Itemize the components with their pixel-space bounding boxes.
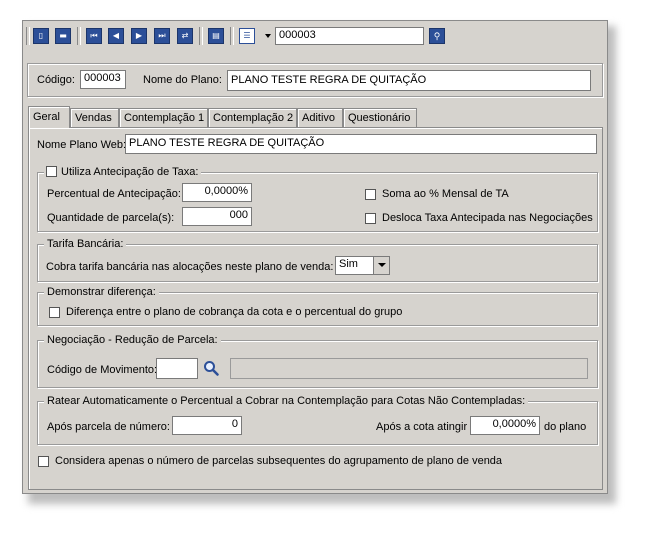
codigo-label: Código: xyxy=(37,74,75,86)
ratear-legend: Ratear Automaticamente o Percentual a Co… xyxy=(44,395,529,407)
plano-window: ▯ ▬ ⏮ ◀ ▶ ⏭ ⇄ ▤ ☰ 000003 ⚲ Código: 00000… xyxy=(22,20,608,494)
do-plano-label: do plano xyxy=(544,421,587,433)
chevron-down-icon[interactable] xyxy=(373,257,389,274)
tab-contemplacao-1[interactable]: Contemplação 1 xyxy=(119,108,208,127)
toolbar-grip xyxy=(26,27,30,45)
tab-contemplacao-2[interactable]: Contemplação 2 xyxy=(208,108,297,127)
considera-checkbox[interactable] xyxy=(38,456,49,467)
previous-icon[interactable]: ◀ xyxy=(108,28,124,44)
toolbar-separator xyxy=(77,27,81,45)
ratear-group: Ratear Automaticamente o Percentual a Co… xyxy=(37,395,598,445)
nome-plano-label: Nome do Plano: xyxy=(143,74,222,86)
search-icon[interactable]: ⚲ xyxy=(429,28,445,44)
list-icon[interactable]: ☰ xyxy=(239,28,255,44)
print-icon[interactable]: ▤ xyxy=(208,28,224,44)
desloca-checkbox[interactable] xyxy=(365,213,376,224)
nome-web-label: Nome Plano Web: xyxy=(37,139,127,151)
search-icon[interactable] xyxy=(203,360,219,376)
new-icon[interactable]: ▯ xyxy=(33,28,49,44)
cobra-tarifa-select[interactable]: Sim xyxy=(335,256,390,275)
cobra-tarifa-value: Sim xyxy=(339,258,358,270)
antecipacao-checkbox[interactable] xyxy=(46,166,57,177)
tarifa-legend: Tarifa Bancária: xyxy=(44,238,127,250)
soma-checkbox[interactable] xyxy=(365,189,376,200)
antecipacao-group: Utiliza Antecipação de Taxa: Percentual … xyxy=(37,166,598,232)
delete-icon[interactable]: ▬ xyxy=(55,28,71,44)
toolbar-separator xyxy=(230,27,234,45)
codigo-movimento-input[interactable] xyxy=(156,358,198,379)
tab-questionario[interactable]: Questionário xyxy=(343,108,417,127)
toolbar-separator xyxy=(199,27,203,45)
tab-panel-geral: Nome Plano Web: PLANO TESTE REGRA DE QUI… xyxy=(28,127,603,490)
next-icon[interactable]: ▶ xyxy=(131,28,147,44)
percentual-input[interactable]: 0,0000% xyxy=(182,183,252,202)
apos-cota-label: Após a cota atingir xyxy=(376,421,468,433)
desloca-label: Desloca Taxa Antecipada nas Negociações xyxy=(382,212,593,224)
diferenca-label: Diferença entre o plano de cobrança da c… xyxy=(66,306,403,318)
cobra-tarifa-label: Cobra tarifa bancária nas alocações nest… xyxy=(46,261,334,273)
tab-vendas[interactable]: Vendas xyxy=(70,108,119,127)
toolbar: ▯ ▬ ⏮ ◀ ▶ ⏭ ⇄ ▤ ☰ 000003 ⚲ xyxy=(23,21,607,51)
antecipacao-legend: Utiliza Antecipação de Taxa: xyxy=(44,166,202,178)
demonstrar-legend: Demonstrar diferença: xyxy=(44,286,159,298)
refresh-icon[interactable]: ⇄ xyxy=(177,28,193,44)
apos-parcela-input[interactable]: 0 xyxy=(172,416,242,435)
quantidade-label: Quantidade de parcela(s): xyxy=(47,212,175,224)
negociacao-group: Negociação - Redução de Parcela: Código … xyxy=(37,334,598,388)
demonstrar-group: Demonstrar diferença: Diferença entre o … xyxy=(37,286,598,326)
diferenca-checkbox[interactable] xyxy=(49,307,60,318)
antecipacao-legend-label: Utiliza Antecipação de Taxa: xyxy=(61,166,199,178)
tab-geral[interactable]: Geral xyxy=(28,106,70,128)
last-icon[interactable]: ⏭ xyxy=(154,28,170,44)
quantidade-input[interactable]: 000 xyxy=(182,207,252,226)
chevron-down-icon[interactable] xyxy=(265,34,271,38)
considera-label: Considera apenas o número de parcelas su… xyxy=(55,455,503,467)
tarifa-group: Tarifa Bancária: Cobra tarifa bancária n… xyxy=(37,238,598,282)
soma-label: Soma ao % Mensal de TA xyxy=(382,188,509,200)
negociacao-legend: Negociação - Redução de Parcela: xyxy=(44,334,221,346)
header-group: Código: 000003 Nome do Plano: PLANO TEST… xyxy=(27,63,603,97)
codigo-movimento-label: Código de Movimento: xyxy=(47,364,158,376)
apos-parcela-label: Após parcela de número: xyxy=(47,421,170,433)
first-icon[interactable]: ⏮ xyxy=(86,28,102,44)
percentual-label: Percentual de Antecipação: xyxy=(47,188,181,200)
search-input[interactable]: 000003 xyxy=(275,27,424,45)
nome-web-input[interactable]: PLANO TESTE REGRA DE QUITAÇÃO xyxy=(125,134,597,154)
codigo-input[interactable]: 000003 xyxy=(80,70,126,89)
apos-cota-input[interactable]: 0,0000% xyxy=(470,416,540,435)
tab-aditivo[interactable]: Aditivo xyxy=(297,108,343,127)
movimento-descricao-field xyxy=(230,358,588,379)
nome-plano-input[interactable]: PLANO TESTE REGRA DE QUITAÇÃO xyxy=(227,70,591,91)
